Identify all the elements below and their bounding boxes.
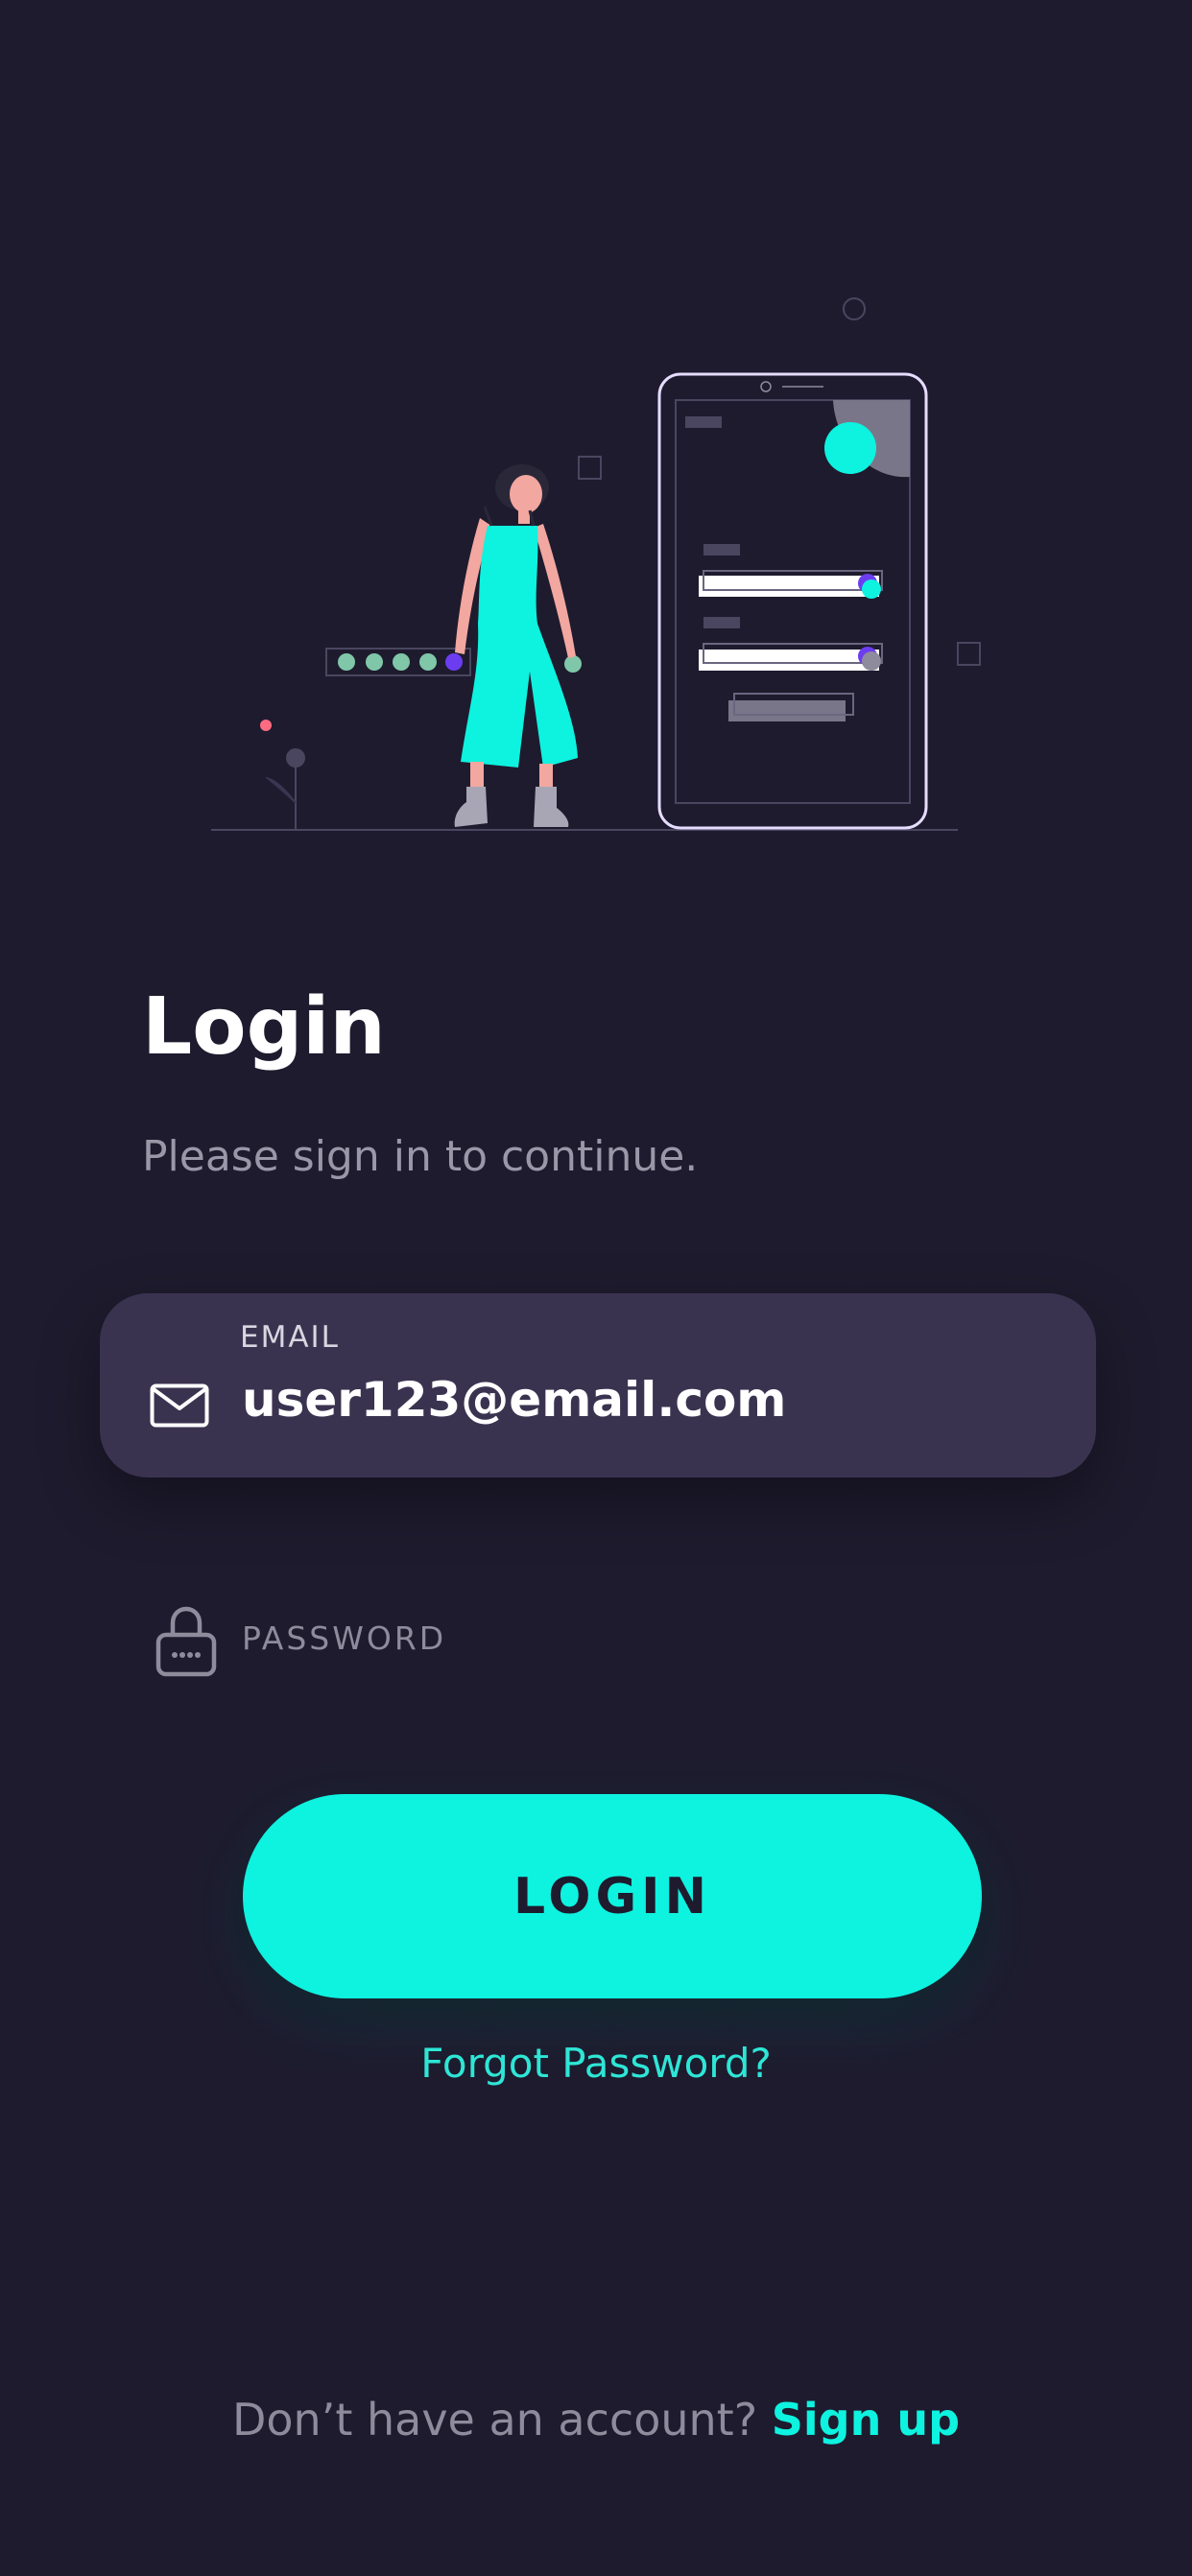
signup-prompt: Don’t have an account? xyxy=(231,2394,758,2446)
decor-square xyxy=(578,456,602,480)
password-field[interactable] xyxy=(100,1573,1096,1717)
page-subtitle: Please sign in to continue. xyxy=(142,1132,699,1181)
password-input[interactable] xyxy=(242,1619,1029,1657)
email-field[interactable]: EMAIL xyxy=(100,1293,1096,1477)
email-input[interactable] xyxy=(242,1372,1048,1428)
page-title: Login xyxy=(142,981,386,1073)
plant-icon xyxy=(265,748,305,830)
signup-row: Don’t have an account? Sign up xyxy=(0,2394,1192,2446)
woman-figure xyxy=(454,464,578,827)
forgot-password-link[interactable]: Forgot Password? xyxy=(0,2040,1192,2087)
email-label: EMAIL xyxy=(240,1320,340,1355)
login-illustration xyxy=(211,297,981,831)
decor-square xyxy=(957,642,981,666)
signup-link[interactable]: Sign up xyxy=(772,2394,960,2446)
login-button[interactable]: LOGIN xyxy=(243,1794,982,1998)
decor-dot xyxy=(260,720,272,731)
lock-icon xyxy=(155,1606,217,1677)
mail-icon xyxy=(150,1383,209,1428)
phone-graphic xyxy=(657,372,928,830)
decor-circle xyxy=(843,297,866,320)
